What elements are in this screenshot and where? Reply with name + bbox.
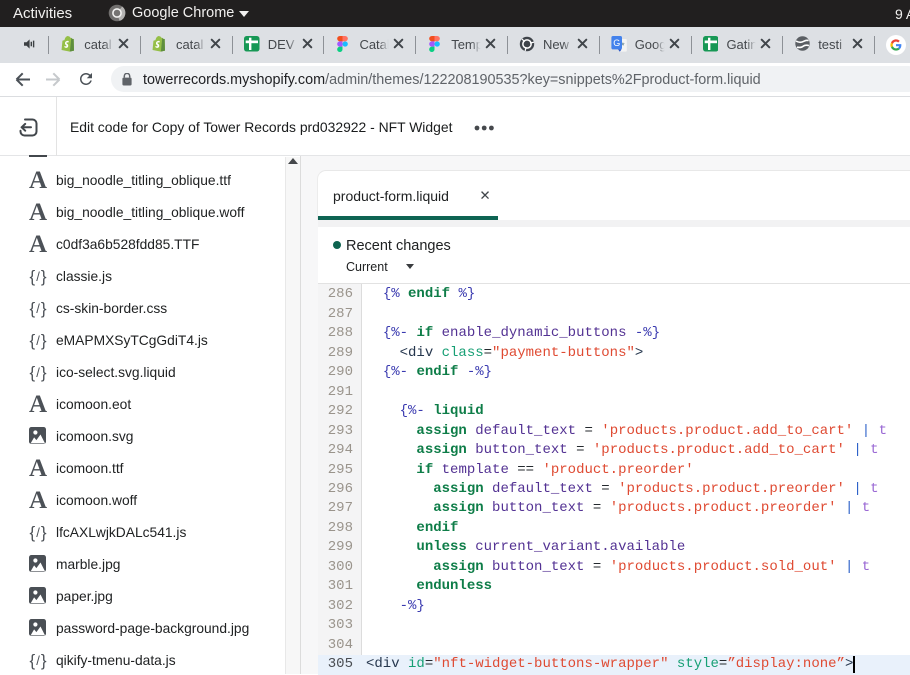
svg-text:G: G — [613, 38, 620, 48]
